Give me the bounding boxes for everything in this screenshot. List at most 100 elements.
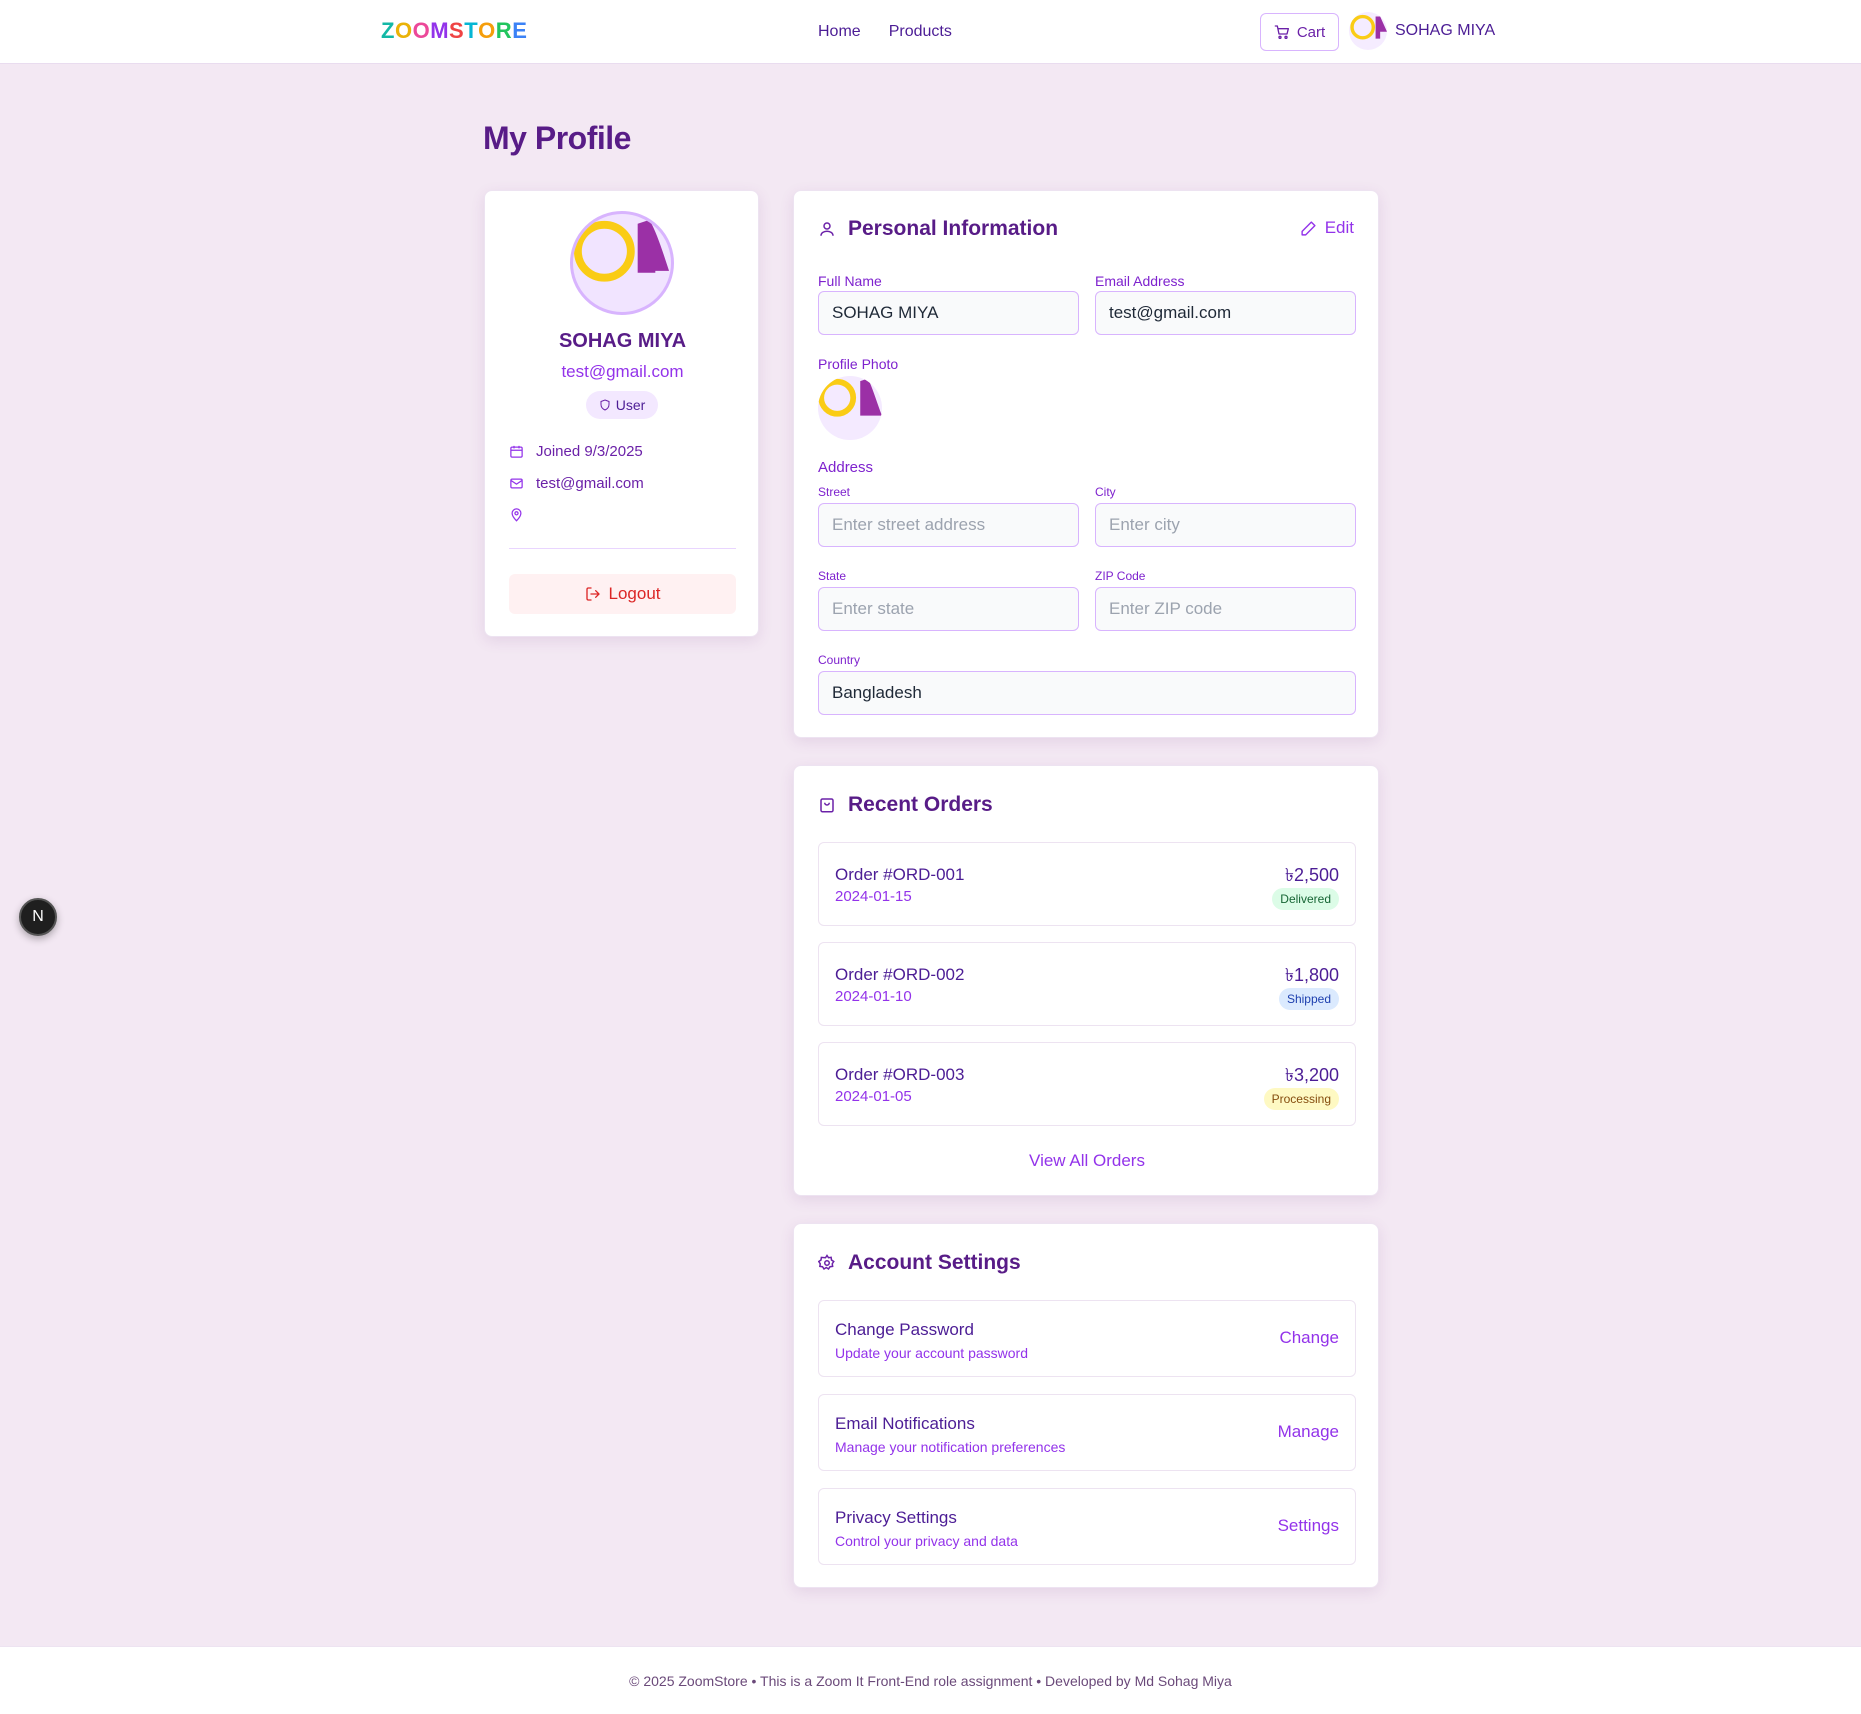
status-badge: Shipped [1278,988,1339,1010]
change-password-button[interactable]: Change [1279,1328,1339,1348]
cart-label: Cart [1296,23,1326,41]
order-row[interactable]: Order #ORD-002 2024-01-10 ৳1,800 Shipped [818,942,1356,1026]
mail-icon [510,478,523,489]
address-label: Address [818,459,874,476]
logo-letter: R [495,18,513,43]
logout-icon [585,587,600,601]
profile-name: SOHAG MIYA [558,330,687,352]
recent-orders-title: Recent Orders [848,793,993,816]
setting-title: Privacy Settings [835,1508,957,1527]
logout-label: Logout [608,584,661,603]
view-all-orders-link[interactable]: View All Orders [794,1151,1380,1171]
account-settings-card: Account Settings Change Password Update … [793,1223,1379,1588]
map-pin-icon [511,508,522,522]
full-name-label: Full Name [818,273,882,289]
setting-title: Change Password [835,1320,974,1339]
state-label: State [818,569,847,583]
order-row[interactable]: Order #ORD-003 2024-01-05 ৳3,200 Process… [818,1042,1356,1126]
user-icon [820,222,834,236]
zip-input[interactable]: Enter ZIP code [1095,587,1356,631]
country-label: Country [818,653,861,667]
logo-letter: M [430,18,450,43]
setting-privacy: Privacy Settings Control your privacy an… [818,1488,1356,1565]
main-nav: Home Products [818,23,952,41]
page-title: My Profile [483,120,631,156]
order-row[interactable]: Order #ORD-001 2024-01-15 ৳2,500 Deliver… [818,842,1356,926]
shopping-bag-icon [820,798,834,813]
user-avatar [1349,12,1387,50]
city-label: City [1095,485,1116,499]
footer: © 2025 ZoomStore • This is a Zoom It Fro… [0,1646,1861,1714]
logo-letter: O [412,18,431,43]
logo-letter: T [464,18,479,43]
personal-info-title: Personal Information [848,217,1059,240]
gear-icon [818,1254,835,1271]
zoomstore-logo[interactable]: ZOOMSTORE [381,18,527,44]
setting-email-notifications: Email Notifications Manage your notifica… [818,1394,1356,1471]
setting-description: Manage your notification preferences [835,1439,1066,1455]
status-badge: Delivered [1272,888,1339,910]
manage-notifications-button[interactable]: Manage [1278,1422,1339,1442]
state-input[interactable]: Enter state [818,587,1079,631]
profile-email: test@gmail.com [561,362,684,381]
nav-products-link[interactable]: Products [889,23,952,41]
setting-title: Email Notifications [835,1414,975,1433]
personal-information-card: Personal Information Edit Full Name SOHA… [793,190,1379,738]
personal-info-header: Personal Information [818,217,1058,241]
order-id: Order #ORD-003 [835,1065,965,1084]
email-label: Email Address [1095,273,1185,289]
profile-photo-label: Profile Photo [818,356,899,372]
joined-row: Joined 9/3/2025 [509,443,643,460]
logout-button[interactable]: Logout [509,574,736,614]
edit-label: Edit [1324,218,1354,237]
header-user-name: SOHAG MIYA [1395,22,1496,39]
calendar-icon [510,445,523,458]
logo-letter: E [512,18,528,43]
email-field[interactable]: test@gmail.com [1095,291,1356,335]
setting-change-password: Change Password Update your account pass… [818,1300,1356,1377]
divider [509,548,736,549]
footer-text: © 2025 ZoomStore • This is a Zoom It Fro… [629,1672,1232,1689]
privacy-settings-button[interactable]: Settings [1278,1516,1339,1536]
order-id: Order #ORD-002 [835,965,965,984]
full-name-field[interactable]: SOHAG MIYA [818,291,1079,335]
role-label: User [615,397,646,413]
setting-description: Control your privacy and data [835,1533,1018,1549]
joined-date: Joined 9/3/2025 [536,443,643,460]
order-id: Order #ORD-001 [835,865,965,884]
recent-orders-header: Recent Orders [818,793,993,817]
top-navbar: ZOOMSTORE Home Products Cart SOHAG MIYA [0,0,1861,64]
shield-icon [600,399,610,411]
cart-button[interactable]: Cart [1260,13,1339,51]
profile-summary-card: SOHAG MIYA test@gmail.com User Joined 9/… [484,190,759,637]
role-badge: User [586,391,658,419]
logo-letter: S [449,18,465,43]
country-input[interactable]: Bangladesh [818,671,1356,715]
account-settings-header: Account Settings [818,1251,1021,1275]
nav-home-link[interactable]: Home [818,23,861,41]
logo-letter: O [394,18,413,43]
street-input[interactable]: Enter street address [818,503,1079,547]
pencil-icon [1301,220,1316,236]
logo-letter: Z [381,18,395,43]
contact-email-row: test@gmail.com [509,475,644,492]
order-date: 2024-01-05 [835,1088,912,1105]
order-date: 2024-01-15 [835,888,912,905]
logo-letter: O [478,18,496,43]
user-menu[interactable]: SOHAG MIYA [1349,12,1495,50]
status-badge: Processing [1263,1088,1339,1110]
contact-email: test@gmail.com [536,475,644,492]
city-input[interactable]: Enter city [1095,503,1356,547]
order-date: 2024-01-10 [835,988,912,1005]
nextjs-dev-badge[interactable]: N [19,898,57,936]
street-label: Street [818,485,851,499]
zip-label: ZIP Code [1095,569,1146,583]
cart-icon [1274,25,1289,39]
account-settings-title: Account Settings [848,1251,1021,1274]
recent-orders-card: Recent Orders Order #ORD-001 2024-01-15 … [793,765,1379,1196]
setting-description: Update your account password [835,1345,1028,1361]
edit-profile-button[interactable]: Edit [1300,218,1354,238]
location-row [509,507,536,522]
profile-avatar [570,211,674,315]
profile-photo-thumbnail [818,376,882,440]
